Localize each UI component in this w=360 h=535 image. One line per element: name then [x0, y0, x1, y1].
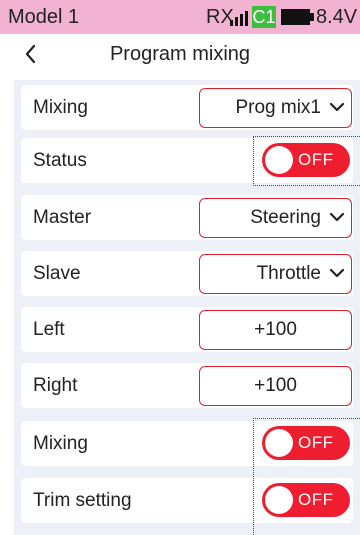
page-title: Program mixing [109, 43, 251, 65]
battery-icon [281, 9, 315, 25]
slave-value: Throttle [256, 263, 321, 284]
model-name: Model 1 [8, 6, 80, 28]
status-bar: Model 1 RX C1 8.4V [0, 0, 360, 34]
highlight-mixing-trim [253, 418, 360, 535]
chevron-down-icon [329, 212, 345, 222]
left-value-field[interactable]: +100 [199, 310, 352, 350]
right-value-field[interactable]: +100 [199, 366, 352, 406]
back-button[interactable] [20, 41, 44, 67]
page-header: Program mixing [0, 34, 360, 74]
slave-label: Slave [33, 263, 81, 284]
master-label: Master [33, 207, 92, 228]
signal-strength-icon [229, 8, 252, 26]
mixing-value: Prog mix1 [235, 97, 321, 118]
mixing-label: Mixing [33, 97, 88, 118]
slave-dropdown[interactable]: Throttle [199, 254, 352, 294]
master-dropdown[interactable]: Steering [199, 198, 352, 238]
chevron-left-icon [25, 44, 36, 64]
mixing-toggle-label: Mixing [33, 433, 88, 454]
row-slave: Slave Throttle [21, 251, 353, 296]
row-right: Right +100 [21, 363, 353, 408]
row-mixing-select: Mixing Prog mix1 [21, 85, 353, 130]
chevron-down-icon [329, 102, 345, 112]
channel-badge: C1 [252, 6, 276, 28]
mixing-dropdown[interactable]: Prog mix1 [199, 88, 352, 128]
status-label: Status [33, 150, 87, 171]
master-value: Steering [250, 207, 321, 228]
right-label: Right [33, 375, 78, 396]
trim-setting-label: Trim setting [33, 490, 132, 511]
right-value: +100 [254, 375, 297, 396]
left-label: Left [33, 319, 65, 340]
row-left: Left +100 [21, 307, 353, 352]
left-value: +100 [254, 319, 297, 340]
row-master: Master Steering [21, 195, 353, 240]
battery-voltage: 8.4V [316, 6, 358, 28]
highlight-status [253, 136, 360, 186]
chevron-down-icon [329, 268, 345, 278]
